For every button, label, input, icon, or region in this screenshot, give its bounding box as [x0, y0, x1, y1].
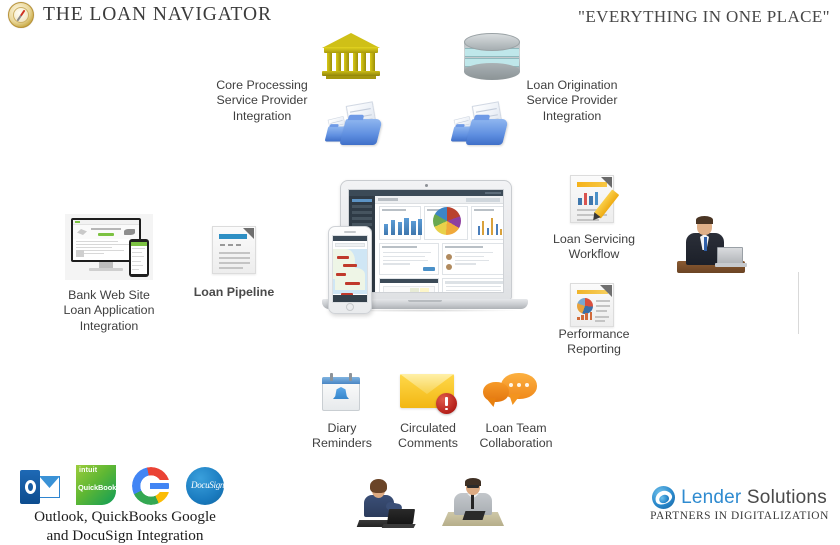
node-integrations[interactable]: Outlook, QuickBooks Google and DocuSign … — [6, 507, 244, 545]
bank-building-icon — [322, 33, 380, 81]
bank-roof — [322, 33, 380, 48]
businessman-at-desk-photo — [675, 215, 747, 275]
scatter-chart-panel — [471, 206, 503, 240]
db-top — [464, 33, 520, 51]
node-loan-origination[interactable]: Loan Origination Service Provider Integr… — [508, 78, 636, 124]
node-loan-team-collaboration[interactable]: Loan Team Collaboration — [462, 421, 570, 452]
page-header: THE LOAN NAVIGATOR "EVERYTHING IN ONE PL… — [0, 0, 840, 34]
brand-lockup: THE LOAN NAVIGATOR — [8, 2, 272, 28]
app-subheader — [375, 196, 503, 204]
node-loan-pipeline[interactable]: Loan Pipeline — [180, 285, 288, 300]
compass-icon — [8, 2, 34, 28]
node-loan-servicing[interactable]: Loan Servicing Workflow — [535, 232, 653, 263]
monitor-base — [89, 268, 123, 271]
document-chart-pencil-icon — [570, 175, 620, 223]
loan-team-label: Loan Team Collaboration — [479, 421, 553, 451]
docusign-logo[interactable]: DocuSign — [186, 467, 224, 505]
cursor-arrow — [243, 228, 254, 239]
calendar-bell-icon — [322, 373, 360, 411]
mini-bars — [577, 312, 593, 320]
scatter-chart — [476, 216, 503, 235]
comments-panel — [379, 243, 439, 275]
company-wordmark: Lender Solutions — [681, 487, 827, 509]
docusign-wordmark: DocuSign — [191, 480, 225, 490]
document-pie-chart-icon — [570, 283, 614, 327]
pie-chart — [433, 207, 461, 235]
database-cylinder-icon — [464, 33, 520, 81]
loan-pipeline-label: Loan Pipeline — [193, 285, 275, 299]
speech-bubbles-icon — [483, 373, 537, 411]
doc-dots — [220, 244, 241, 246]
folder-exchange-icon-left — [318, 100, 390, 152]
doc-corner-fold — [601, 177, 612, 188]
mobile-phone-icon — [129, 239, 149, 277]
diary-reminders-label: Diary Reminders — [312, 421, 372, 451]
bank-website-label: Bank Web Site Loan Application Integrati… — [63, 288, 155, 333]
monitor-phone-icon — [65, 214, 153, 280]
quickbooks-logo[interactable]: intuit QuickBooks — [76, 465, 121, 505]
activity-panel — [442, 243, 503, 275]
quickbooks-wordmark: QuickBooks — [78, 483, 121, 492]
swirl-logo-icon — [652, 486, 676, 509]
ellipsis-dots — [509, 383, 529, 388]
company-name-part1: Lender — [681, 486, 742, 508]
document-cursor-icon — [212, 226, 256, 274]
man-writing-at-desk-photo — [442, 478, 504, 528]
doc-corner-fold — [600, 285, 612, 297]
core-processing-label: Core Processing Service Provider Integra… — [216, 78, 308, 123]
site-content-rows — [76, 241, 136, 256]
intuit-wordmark: intuit — [79, 466, 98, 474]
mini-bar-chart — [578, 192, 598, 205]
folder-large — [339, 119, 383, 145]
integration-logos: intuit QuickBooks DocuSign — [20, 465, 224, 505]
phone-search-field — [335, 243, 365, 247]
folder-large — [465, 119, 509, 145]
page-title: THE LOAN NAVIGATOR — [43, 4, 272, 25]
bank-step — [326, 76, 376, 79]
infographic-canvas: THE LOAN NAVIGATOR "EVERYTHING IN ONE PL… — [0, 0, 840, 545]
vertical-divider — [798, 272, 799, 334]
dashboard-device-mockup — [322, 180, 528, 330]
loan-servicing-label: Loan Servicing Workflow — [553, 232, 635, 262]
phone-mockup — [328, 226, 372, 314]
phone-topbar — [333, 236, 367, 241]
outlook-logo[interactable] — [20, 469, 60, 505]
pie-chart-panel — [424, 206, 468, 240]
phone-map — [333, 249, 367, 296]
header-tagline: "EVERYTHING IN ONE PLACE" — [578, 7, 830, 26]
node-core-processing[interactable]: Core Processing Service Provider Integra… — [196, 78, 328, 124]
site-hero — [73, 225, 139, 239]
woman-at-laptop-photo — [356, 477, 416, 531]
folder-exchange-icon-right — [444, 100, 516, 152]
node-performance-reporting[interactable]: Performance Reporting — [535, 327, 653, 358]
google-logo[interactable] — [132, 467, 171, 505]
bar-chart — [384, 215, 423, 235]
phone-footer — [333, 295, 367, 302]
loan-origination-label: Loan Origination Service Provider Integr… — [526, 78, 618, 123]
company-name-part2: Solutions — [741, 486, 827, 508]
bar-chart-panel — [379, 206, 423, 240]
company-tagline: PARTNERS IN DIGITALIZATION — [650, 510, 829, 522]
integrations-label: Outlook, QuickBooks Google and DocuSign … — [34, 508, 216, 544]
speech-bubble-small — [483, 382, 509, 402]
site-thumb — [76, 250, 84, 257]
calendar-panel — [379, 278, 439, 292]
bank-columns — [327, 53, 375, 71]
node-bank-website[interactable]: Bank Web Site Loan Application Integrati… — [42, 288, 176, 334]
compass-needle — [16, 9, 26, 21]
performance-reporting-label: Performance Reporting — [558, 327, 630, 357]
lender-solutions-logo: Lender Solutions PARTNERS IN DIGITALIZAT… — [647, 486, 832, 522]
node-diary-reminders[interactable]: Diary Reminders — [292, 421, 392, 452]
table-panel — [442, 278, 503, 292]
envelope-alert-icon — [400, 372, 457, 414]
alert-badge-icon — [436, 393, 457, 414]
laptop-camera — [424, 184, 428, 187]
